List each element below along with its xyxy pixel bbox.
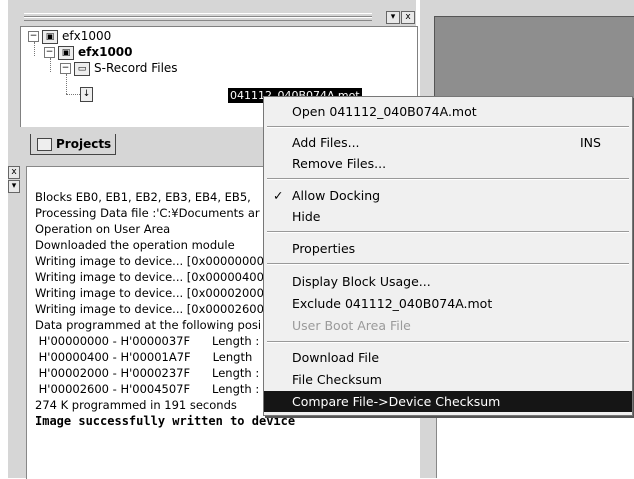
output-line: Downloaded the operation module — [35, 238, 235, 252]
tree-connector — [66, 74, 67, 94]
workspace-titlebar[interactable]: ▾ x — [20, 9, 416, 25]
output-line: Writing image to device... [0x00002000 — [35, 286, 264, 300]
menu-item-label: Compare File->Device Checksum — [292, 394, 501, 409]
menu-item-label: Add Files... — [292, 135, 360, 150]
output-line: H'00002000 - H'0000237F Length : — [35, 366, 260, 380]
context-menu: Open 041112_040B074A.mot Add Files... INS… — [263, 96, 633, 416]
folder-icon: ▭ — [74, 61, 90, 76]
tree-item-label: efx1000 — [78, 45, 133, 59]
projects-icon — [37, 138, 52, 151]
output-line: H'00000400 - H'00001A7F Length — [35, 350, 253, 364]
output-line: Writing image to device... [0x00000400 — [35, 270, 264, 284]
tree-connector — [34, 42, 35, 56]
tree-item-project[interactable]: − ▣ efx1000 — [44, 44, 133, 60]
menu-item-open[interactable]: Open 041112_040B074A.mot — [264, 101, 632, 122]
menu-item-label: Remove Files... — [292, 156, 387, 171]
output-close-button[interactable]: x — [8, 166, 20, 179]
project-icon: ▣ — [58, 45, 74, 60]
menu-item-exclude[interactable]: Exclude 041112_040B074A.mot — [264, 293, 632, 314]
menu-item-download-file[interactable]: Download File — [264, 347, 632, 368]
menu-item-remove-files[interactable]: Remove Files... — [264, 153, 632, 174]
tab-projects[interactable]: Projects — [30, 134, 116, 155]
output-line: Blocks EB0, EB1, EB2, EB3, EB4, EB5, — [35, 190, 251, 204]
tree-item-label: efx1000 — [62, 29, 112, 43]
collapse-icon[interactable]: − — [28, 31, 39, 42]
tree-item-label: S-Record Files — [94, 61, 178, 75]
output-line: Processing Data file :'C:¥Documents ar — [35, 206, 260, 220]
file-icon: ↓ — [80, 87, 93, 102]
menu-separator — [267, 341, 629, 343]
output-line: Operation on User Area — [35, 222, 171, 236]
menu-item-add-files[interactable]: Add Files... INS — [264, 132, 632, 153]
tree-connector — [66, 94, 80, 95]
grip-line — [24, 17, 372, 21]
menu-item-label: User Boot Area File — [292, 318, 411, 333]
menu-item-shortcut: INS — [580, 135, 601, 150]
workspace-icon: ▣ — [42, 29, 58, 44]
menu-item-label: Properties — [292, 241, 356, 256]
menu-item-label: Download File — [292, 350, 380, 365]
tree-connector — [50, 58, 51, 72]
output-line: H'00000000 - H'0000037F Length : — [35, 334, 260, 348]
close-panel-button[interactable]: x — [401, 11, 415, 24]
output-line: Data programmed at the following posi — [35, 318, 262, 332]
menu-separator — [267, 263, 629, 265]
menu-item-properties[interactable]: Properties — [264, 238, 632, 259]
menu-item-label: Allow Docking — [292, 188, 381, 203]
menu-item-file-checksum[interactable]: File Checksum — [264, 369, 632, 390]
menu-item-label: File Checksum — [292, 372, 382, 387]
output-line: Writing image to device... [0x00002600 — [35, 302, 264, 316]
tree-item-workspace[interactable]: − ▣ efx1000 — [28, 28, 111, 44]
menu-item-compare-checksum[interactable]: Compare File->Device Checksum — [264, 391, 632, 412]
tab-label: Projects — [56, 137, 112, 151]
output-panel-bar: x ▾ — [8, 160, 20, 478]
menu-item-label: Display Block Usage... — [292, 274, 431, 289]
menu-separator — [267, 126, 629, 128]
output-line: 274 K programmed in 191 seconds — [35, 398, 237, 412]
menu-item-label: Open 041112_040B074A.mot — [292, 104, 477, 119]
menu-item-user-boot-area-file: User Boot Area File — [264, 315, 632, 336]
menu-item-label: Exclude 041112_040B074A.mot — [292, 296, 493, 311]
menu-item-allow-docking[interactable]: ✓ Allow Docking — [264, 185, 632, 206]
collapse-icon[interactable]: − — [44, 47, 55, 58]
tree-item-srecord-folder[interactable]: − ▭ S-Record Files — [60, 60, 178, 76]
collapse-icon[interactable]: − — [60, 63, 71, 74]
output-dock-button[interactable]: ▾ — [8, 180, 20, 193]
output-line: Writing image to device... [0x00000000 — [35, 254, 264, 268]
menu-item-display-block-usage[interactable]: Display Block Usage... — [264, 271, 632, 292]
menu-separator — [267, 178, 629, 180]
tree-item-file[interactable]: ↓ — [80, 86, 97, 102]
menu-separator — [267, 231, 629, 233]
output-success-line: Image successfully written to device — [35, 414, 296, 428]
dock-toggle-button[interactable]: ▾ — [386, 11, 400, 24]
menu-item-label: Hide — [292, 209, 321, 224]
check-icon: ✓ — [273, 188, 284, 203]
menu-item-hide[interactable]: Hide — [264, 206, 632, 227]
